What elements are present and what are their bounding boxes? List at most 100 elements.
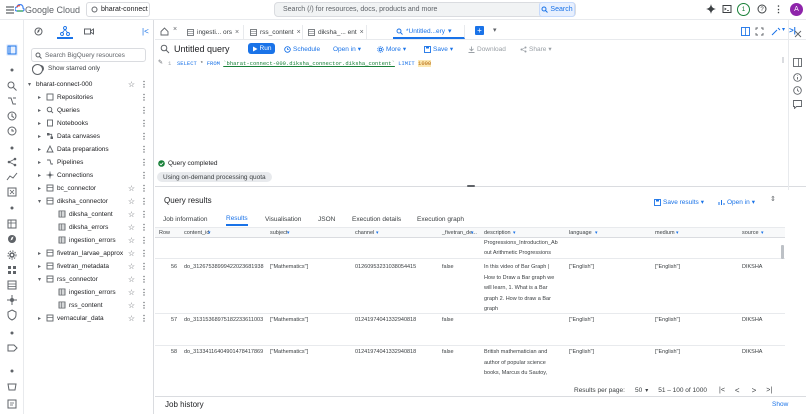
tree-item-data-preparations[interactable]: ▸ Data preparations ⋮ xyxy=(24,143,154,156)
split-tab-icon[interactable] xyxy=(741,27,750,36)
sort-icon[interactable]: ▾ xyxy=(676,230,679,236)
new-tab-plus-icon[interactable]: + xyxy=(475,26,484,35)
caret-right-icon[interactable]: ▸ xyxy=(38,107,44,114)
cell-channel[interactable]: 01260953231038054415 xyxy=(355,264,416,270)
dataset-icon[interactable] xyxy=(6,218,18,230)
column-header[interactable]: content_id xyxy=(184,230,209,236)
column-header[interactable]: subject xyxy=(270,230,287,236)
settings-icon[interactable] xyxy=(6,249,18,261)
more-vert-icon[interactable]: ⋮ xyxy=(140,119,148,128)
column-header[interactable]: source xyxy=(742,230,759,236)
sort-icon[interactable]: ▾ xyxy=(287,230,290,236)
gemini-icon[interactable] xyxy=(706,4,716,14)
schedule-icon[interactable] xyxy=(6,125,18,137)
sql-editor[interactable]: ✎ 1 SELECT * FROM `bharat-connect-000.di… xyxy=(155,57,806,157)
star-icon[interactable]: ☆ xyxy=(128,262,135,271)
tree-dataset-vernacular-data[interactable]: ▸ vernacular_data ☆ ⋮ xyxy=(24,312,154,325)
tree-dataset-fivetran-metadata[interactable]: ▸ fivetran_metadata ☆ ⋮ xyxy=(24,260,154,273)
caret-down-icon[interactable]: ▾ xyxy=(38,198,44,205)
more-vert-icon[interactable]: ⋮ xyxy=(140,210,148,219)
chevron-down-icon[interactable]: ▾ xyxy=(645,387,648,394)
explorer-search-input[interactable]: Search BigQuery resources xyxy=(31,48,146,62)
last-page-icon[interactable]: >| xyxy=(766,387,772,394)
tab-execution-graph[interactable]: Execution graph xyxy=(417,212,464,226)
dot-icon[interactable] xyxy=(6,202,18,214)
cell-fivetran-deleted[interactable]: false xyxy=(442,264,454,270)
tree-item-pipelines[interactable]: ▸ Pipelines ⋮ xyxy=(24,156,154,169)
caret-right-icon[interactable]: ▸ xyxy=(38,185,44,192)
tree-item-repositories[interactable]: ▸ Repositories ⋮ xyxy=(24,91,154,104)
caret-right-icon[interactable]: ▸ xyxy=(38,94,44,101)
star-icon[interactable]: ☆ xyxy=(128,184,135,193)
cell-description[interactable]: British mathematician and author of popu… xyxy=(484,347,556,379)
tab-execution-details[interactable]: Execution details xyxy=(352,212,401,226)
cell-language[interactable]: ["English"] xyxy=(569,264,594,270)
tabs-overflow-icon[interactable]: ▾ xyxy=(493,26,497,34)
menu-icon[interactable] xyxy=(5,5,15,15)
google-cloud-logo-icon[interactable] xyxy=(15,4,25,14)
cell-subject[interactable]: ["Mathematics"] xyxy=(270,264,308,270)
cell-medium[interactable]: ["English"] xyxy=(655,264,680,270)
more-vert-icon[interactable]: ⋮ xyxy=(140,223,148,232)
table-row[interactable]: 56 do_31267538999422023681938 ["Mathemat… xyxy=(155,260,785,314)
tree-project-row[interactable]: ▾ bharat-connect-000 ☆ ⋮ xyxy=(24,78,154,91)
quota-chip[interactable]: Using on-demand processing quota xyxy=(157,172,272,182)
dot-icon[interactable] xyxy=(6,64,18,76)
dot-icon[interactable] xyxy=(6,327,18,339)
cell-subject[interactable]: ["Mathematics"] xyxy=(270,317,308,323)
star-icon[interactable]: ☆ xyxy=(128,288,135,297)
history-icon[interactable] xyxy=(793,86,802,95)
info-icon[interactable] xyxy=(793,73,802,82)
sort-icon[interactable]: ▾ xyxy=(595,230,598,236)
more-button[interactable]: More ▾ xyxy=(377,43,406,55)
tab-job-information[interactable]: Job information xyxy=(163,212,207,226)
tree-table-rss-ingestion-errors[interactable]: ingestion_errors ☆ ⋮ xyxy=(24,286,154,299)
expand-results-icon[interactable]: ⇕ xyxy=(770,195,776,203)
caret-right-icon[interactable]: ▸ xyxy=(38,133,44,140)
search-input[interactable]: Search (/) for resources, docs, products… xyxy=(274,2,576,17)
star-icon[interactable]: ☆ xyxy=(128,210,135,219)
tab-untitled-query[interactable]: *Untitled...ery ▾ xyxy=(393,25,465,39)
tree-dataset-rss-connector[interactable]: ▾ rss_connector ☆ ⋮ xyxy=(24,273,154,286)
release-notes-icon[interactable] xyxy=(6,398,18,410)
open-in-button[interactable]: Open in ▾ xyxy=(333,43,361,55)
cell-source[interactable]: DIKSHA xyxy=(742,317,762,323)
marketplace-icon[interactable] xyxy=(6,380,18,392)
next-page-icon[interactable]: > xyxy=(752,386,757,395)
tree-item-data-canvases[interactable]: ▸ Data canvases ⋮ xyxy=(24,130,154,143)
cell-medium[interactable]: ["English"] xyxy=(655,349,680,355)
cell-channel[interactable]: 01241974041332940818 xyxy=(355,349,416,355)
caret-right-icon[interactable]: ▸ xyxy=(38,146,44,153)
cell-fivetran-deleted[interactable]: false xyxy=(442,349,454,355)
gemini-inline-icon[interactable]: ✎ xyxy=(158,59,163,66)
label-icon[interactable] xyxy=(6,342,18,354)
tree-item-connections[interactable]: ▸ Connections ⋮ xyxy=(24,169,154,182)
column-header[interactable]: language xyxy=(569,230,592,236)
results-scrollbar[interactable] xyxy=(781,245,784,259)
sql-line[interactable]: SELECT * FROM `bharat-connect-000.diksha… xyxy=(177,60,432,67)
sort-icon[interactable]: ▾ xyxy=(513,230,516,236)
project-picker[interactable]: bharat-connect xyxy=(86,2,150,17)
editor-settings-icon[interactable] xyxy=(771,27,781,36)
toggle-switch[interactable] xyxy=(32,64,44,75)
table-row[interactable]: 58 do_31334116404901478417869 ["Mathemat… xyxy=(155,347,785,379)
pipeline-icon[interactable] xyxy=(6,95,18,107)
caret-down-icon[interactable]: ▾ xyxy=(38,276,44,283)
results-open-in-button[interactable]: Open in ▾ xyxy=(718,196,755,208)
editor-scrollbar[interactable] xyxy=(782,57,784,63)
tree-dataset-fivetran-larvae-approx[interactable]: ▸ fivetran_larvae_approx ☆ ⋮ xyxy=(24,247,154,260)
panel-icon[interactable] xyxy=(793,58,802,67)
star-icon[interactable]: ☆ xyxy=(128,223,135,232)
tab-rss-content[interactable]: rss_content × xyxy=(247,25,303,39)
star-icon[interactable]: ☆ xyxy=(128,301,135,310)
tree-dataset-bc-connector[interactable]: ▸ bc_connector ☆ ⋮ xyxy=(24,182,154,195)
more-vert-icon[interactable]: ⋮ xyxy=(140,158,148,167)
search-icon[interactable] xyxy=(6,80,18,92)
tree-item-notebooks[interactable]: ▸ Notebooks ⋮ xyxy=(24,117,154,130)
comment-icon[interactable] xyxy=(793,100,802,109)
caret-right-icon[interactable]: ▸ xyxy=(38,263,44,270)
tab-visualisation[interactable]: Visualisation xyxy=(265,212,301,226)
cell-fivetran-deleted[interactable]: false xyxy=(442,317,454,323)
show-job-history-link[interactable]: Show xyxy=(772,401,788,408)
star-icon[interactable]: ☆ xyxy=(128,314,135,323)
